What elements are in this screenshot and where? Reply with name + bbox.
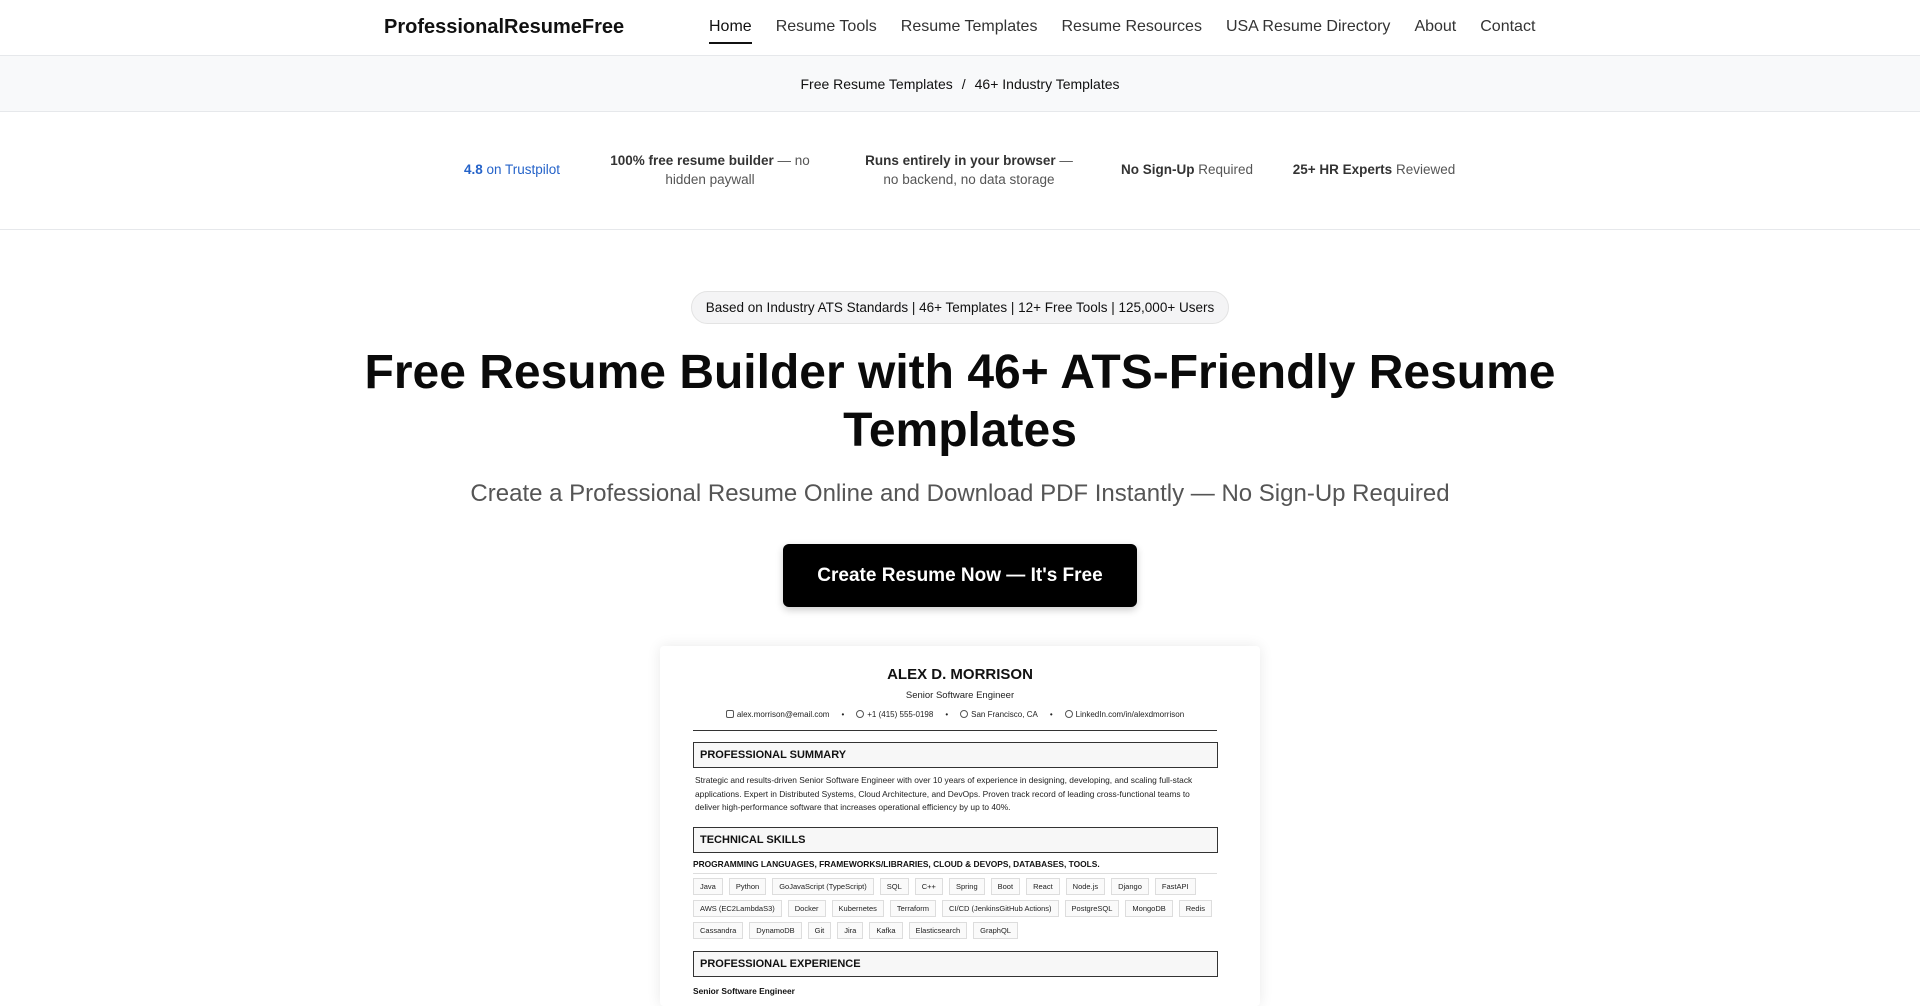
resume-name: ALEX D. MORRISON — [887, 666, 1033, 683]
skill-tag: Java — [693, 878, 723, 895]
resume-location: San Francisco, CA — [960, 710, 1038, 719]
mail-icon — [725, 710, 734, 718]
nav-link-home[interactable]: Home — [709, 17, 752, 44]
experience-heading: PROFESSIONAL EXPERIENCE — [693, 951, 1218, 977]
skill-tags: Java Python GoJavaScript (TypeScript) SQL C+… — [693, 878, 1218, 939]
skill-tag: Node.js — [1065, 878, 1106, 895]
skill-tag: Django — [1111, 878, 1149, 895]
create-resume-button[interactable]: Create Resume Now — It's Free — [783, 544, 1137, 607]
summary-heading: PROFESSIONAL SUMMARY — [693, 742, 1218, 768]
summary-text: Strategic and results-driven Senior Soft… — [695, 775, 1193, 812]
stats-pill: Based on Industry ATS Standards | 46+ Te… — [691, 291, 1229, 324]
resume-job-title: Senior Software Engineer — [905, 690, 1015, 701]
phone-icon — [856, 710, 865, 718]
skills-rule — [693, 873, 1217, 874]
resume-contact: alex.morrison@email.com • +1 (415) 555-0… — [693, 710, 1217, 719]
rating-label: on Trustpilot — [486, 162, 561, 177]
skill-tag: Redis — [1178, 900, 1212, 917]
resume-linkedin: LinkedIn.com/in/alexdmorrison — [1064, 710, 1185, 719]
nav-link-resume-tools[interactable]: Resume Tools — [776, 17, 877, 44]
trust-no-signup: No Sign-Up Required — [1112, 160, 1262, 179]
trust-free-builder: 100% free resume builder — no hidden pay… — [605, 151, 815, 189]
resume-header-rule — [693, 730, 1217, 731]
nav-link-resume-resources[interactable]: Resume Resources — [1061, 17, 1202, 44]
skill-tag: React — [1026, 878, 1060, 895]
contact-dot: • — [945, 710, 949, 719]
nav-link-resume-templates[interactable]: Resume Templates — [901, 17, 1038, 44]
trust-hr-experts: 25+ HR Experts Reviewed — [1288, 160, 1460, 179]
nav-link-about[interactable]: About — [1414, 17, 1456, 44]
nav-link-usa-resume-directory[interactable]: USA Resume Directory — [1226, 17, 1391, 44]
skill-tag: FastAPI — [1154, 878, 1196, 895]
skill-tag: SQL — [879, 878, 909, 895]
trust-signup-rest: Required — [1194, 162, 1254, 177]
skill-tag: Kubernetes — [831, 900, 884, 917]
experience-job-title: Senior Software Engineer — [693, 986, 795, 996]
resume-location-text: San Francisco, CA — [971, 710, 1038, 719]
skill-tag: GoJavaScript (TypeScript) — [772, 878, 874, 895]
resume-phone: +1 (415) 555-0198 — [856, 710, 933, 719]
page-title: Free Resume Builder with 46+ ATS-Friendl… — [364, 346, 1556, 457]
trust-browser-bold: Runs entirely in your browser — [865, 153, 1056, 168]
skill-tag: Terraform — [889, 900, 936, 917]
resume-linkedin-text: LinkedIn.com/in/alexdmorrison — [1075, 710, 1185, 719]
skill-tag: Jira — [837, 922, 864, 939]
location-pin-icon — [960, 710, 969, 718]
skill-tag: Kafka — [869, 922, 903, 939]
skill-tag: Elasticsearch — [908, 922, 968, 939]
trust-bar: 4.8 on Trustpilot 100% free resume build… — [0, 112, 1920, 230]
skill-tag: GraphQL — [973, 922, 1018, 939]
trust-free-bold: 100% free resume builder — [610, 153, 774, 168]
trust-experts-rest: Reviewed — [1392, 162, 1456, 177]
skill-tag: MongoDB — [1125, 900, 1173, 917]
page-subtitle: Create a Professional Resume Online and … — [470, 480, 1450, 507]
skill-tag: Docker — [787, 900, 826, 917]
breadcrumb-item-industry: 46+ Industry Templates — [974, 75, 1120, 92]
skill-tag: CI/CD (JenkinsGitHub Actions) — [942, 900, 1059, 917]
skill-tag: AWS (EC2LambdaS3) — [693, 900, 782, 917]
skill-tag: Boot — [990, 878, 1021, 895]
top-navigation: ProfessionalResumeFree Home Resume Tools… — [0, 0, 1920, 56]
skill-tag: Git — [807, 922, 832, 939]
contact-dot: • — [1049, 710, 1053, 719]
skill-tag: DynamoDB — [749, 922, 802, 939]
skill-tag: Cassandra — [693, 922, 744, 939]
resume-phone-text: +1 (415) 555-0198 — [867, 710, 934, 719]
site-logo[interactable]: ProfessionalResumeFree — [384, 16, 624, 39]
skill-tag: Python — [728, 878, 767, 895]
trust-signup-bold: No Sign-Up — [1120, 162, 1195, 177]
globe-icon — [1064, 710, 1073, 718]
trust-experts-bold: 25+ HR Experts — [1292, 162, 1393, 177]
resume-preview: ALEX D. MORRISON Senior Software Enginee… — [660, 646, 1260, 1006]
breadcrumb-item-templates[interactable]: Free Resume Templates — [800, 76, 952, 92]
resume-email-text: alex.morrison@email.com — [736, 710, 830, 719]
skill-tag: PostgreSQL — [1064, 900, 1120, 917]
breadcrumb: Free Resume Templates / 46+ Industry Tem… — [0, 56, 1920, 112]
trust-browser: Runs entirely in your browser — no backe… — [858, 151, 1080, 189]
trustpilot-rating[interactable]: 4.8 on Trustpilot — [462, 160, 562, 179]
skill-tag: C++ — [914, 878, 943, 895]
resume-email: alex.morrison@email.com — [725, 710, 830, 719]
contact-dot: • — [841, 710, 845, 719]
breadcrumb-separator: / — [961, 75, 966, 92]
nav-link-contact[interactable]: Contact — [1480, 17, 1535, 44]
skills-subheading: PROGRAMMING LANGUAGES, FRAMEWORKS/LIBRAR… — [693, 859, 1100, 869]
skills-heading: TECHNICAL SKILLS — [693, 827, 1218, 853]
nav-links: Home Resume Tools Resume Templates Resum… — [709, 17, 1559, 44]
skill-tag: Spring — [948, 878, 985, 895]
rating-value: 4.8 — [463, 162, 483, 177]
